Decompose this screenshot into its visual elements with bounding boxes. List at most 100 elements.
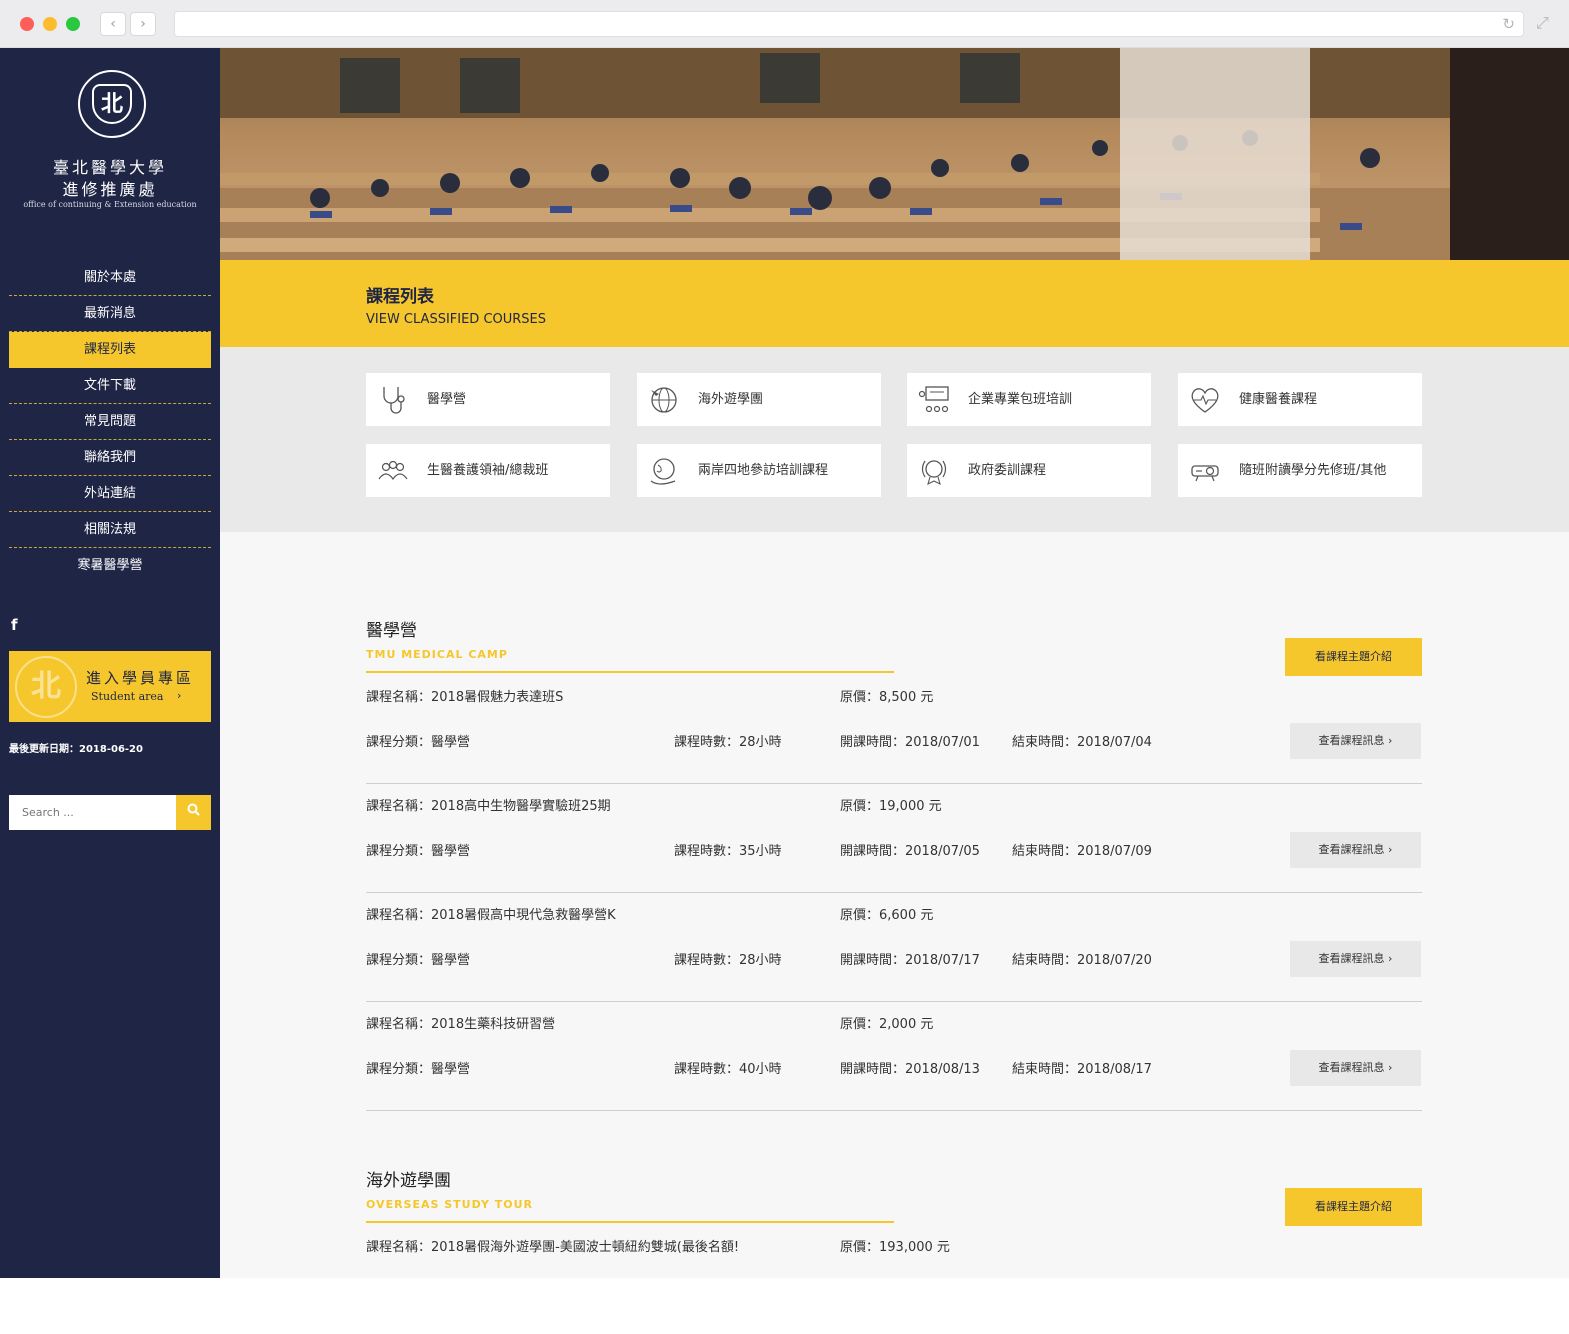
course-name: 課程名稱：2018高中生物醫學實驗班25期 (366, 799, 611, 814)
logo-name-line2: 進修推廣處 (62, 180, 158, 199)
course-row: 課程名稱：2018暑假高中現代急救醫學營K 原價：6,600 元 課程分類：醫學… (366, 893, 1422, 1002)
theme-intro-button[interactable]: 看課程主題介紹 (1285, 1188, 1422, 1226)
search-box (9, 795, 211, 830)
category-corporate-training[interactable]: 企業專業包班培訓 (907, 373, 1151, 426)
course-start-date: 開課時間：2018/07/01 (840, 735, 980, 750)
category-label: 健康醫養課程 (1239, 392, 1318, 407)
last-updated-date: 最後更新日期：2018-06-20 (9, 744, 143, 755)
forward-arrow-icon[interactable]: › (130, 12, 156, 36)
course-row: 課程名稱：2018高中生物醫學實驗班25期 原價：19,000 元 課程分類：醫… (366, 784, 1422, 893)
view-course-button[interactable]: 查看課程訊息 › (1290, 832, 1421, 868)
menu-item-regulations[interactable]: 相關法規 (9, 512, 211, 548)
fullscreen-icon[interactable]: ⤢ (1536, 13, 1549, 33)
section-divider (366, 1221, 894, 1223)
category-label: 醫學營 (427, 392, 467, 407)
course-name: 課程名稱：2018暑假高中現代急救醫學營K (366, 908, 616, 923)
menu-item-faq[interactable]: 常見問題 (9, 404, 211, 440)
menu-item-downloads[interactable]: 文件下載 (9, 368, 211, 404)
view-course-button[interactable]: 查看課程訊息 › (1290, 941, 1421, 977)
university-seal-logo[interactable]: 北 (78, 70, 146, 138)
maximize-window-dot[interactable] (66, 17, 80, 31)
category-cross-strait-visit[interactable]: 兩岸四地參訪培訓課程 (637, 444, 881, 497)
category-label: 政府委訓課程 (968, 463, 1047, 478)
course-category: 課程分類：醫學營 (366, 735, 471, 750)
globe-plane-icon (651, 387, 677, 413)
course-price: 原價：19,000 元 (840, 799, 942, 814)
student-area-button[interactable]: 北 進入學員專區 Student area › (9, 651, 211, 722)
course-row: 課程名稱：2018暑假海外遊學團-美國波士頓紐約雙城(最後名額! 原價：193,… (366, 1225, 1422, 1334)
course-category: 課程分類：醫學營 (366, 844, 471, 859)
menu-item-about[interactable]: 關於本處 (9, 260, 211, 296)
stethoscope-icon (383, 387, 405, 414)
section-title: 醫學營 (366, 621, 417, 641)
menu-item-links[interactable]: 外站連結 (9, 476, 211, 512)
course-list-area: 醫學營 TMU MEDICAL CAMP 看課程主題介紹 課程名稱：2018暑假… (220, 532, 1569, 1278)
course-hours: 課程時數：28小時 (674, 735, 782, 750)
category-label: 隨班附讀學分先修班/其他 (1239, 463, 1387, 478)
globe-hand-icon (650, 458, 676, 485)
award-badge-icon (921, 460, 947, 486)
course-hours: 課程時數：40小時 (674, 1062, 782, 1077)
category-label: 兩岸四地參訪培訓課程 (698, 463, 829, 478)
course-name: 課程名稱：2018暑假海外遊學團-美國波士頓紐約雙城(最後名額! (366, 1240, 740, 1255)
address-bar[interactable]: ↻ (174, 11, 1524, 37)
category-overseas-tour[interactable]: 海外遊學團 (637, 373, 881, 426)
course-price: 原價：8,500 元 (840, 690, 934, 705)
reload-icon[interactable]: ↻ (1502, 15, 1515, 33)
chevron-right-icon: › (177, 689, 182, 702)
projector-icon (1191, 465, 1219, 482)
menu-item-courses[interactable]: 課程列表 (9, 332, 211, 368)
course-hours: 課程時數：28小時 (674, 953, 782, 968)
hero-lecture-hall-photo (220, 48, 1569, 260)
back-arrow-icon[interactable]: ‹ (100, 12, 126, 36)
section-subtitle: OVERSEAS STUDY TOUR (366, 1198, 533, 1211)
course-start-date: 開課時間：2018/07/05 (840, 844, 980, 859)
category-label: 企業專業包班培訓 (968, 392, 1073, 407)
category-health-care[interactable]: 健康醫養課程 (1178, 373, 1422, 426)
seal-emblem: 北 (92, 84, 132, 124)
menu-item-contact[interactable]: 聯絡我們 (9, 440, 211, 476)
presentation-group-icon (918, 386, 949, 413)
category-grid: 醫學營 海外遊學團 企業專業包班培訓 健康醫養課程 生醫養護領袖/總裁班 兩岸四… (220, 347, 1569, 532)
course-price: 原價：193,000 元 (840, 1240, 950, 1255)
course-category: 課程分類：醫學營 (366, 953, 471, 968)
main-content: 課程列表 VIEW CLASSIFIED COURSES 醫學營 海外遊學團 企… (220, 48, 1569, 1278)
people-group-icon (378, 460, 408, 481)
logo-english-name: office of continuing & Extension educati… (23, 200, 197, 209)
category-label: 海外遊學團 (698, 392, 764, 407)
course-price: 原價：6,600 元 (840, 908, 934, 923)
course-start-date: 開課時間：2018/07/17 (840, 953, 980, 968)
category-medical-camp[interactable]: 醫學營 (366, 373, 610, 426)
course-name: 課程名稱：2018生藥科技研習營 (366, 1017, 556, 1032)
page-banner: 課程列表 VIEW CLASSIFIED COURSES (220, 260, 1569, 347)
section-subtitle: TMU MEDICAL CAMP (366, 648, 508, 661)
theme-intro-button[interactable]: 看課程主題介紹 (1285, 638, 1422, 676)
menu-item-medical-camp[interactable]: 寒暑醫學營 (9, 548, 211, 584)
course-end-date: 結束時間：2018/07/20 (1012, 953, 1152, 968)
category-credit-courses[interactable]: 隨班附讀學分先修班/其他 (1178, 444, 1422, 497)
student-area-subtitle: Student area (91, 690, 164, 703)
category-government-training[interactable]: 政府委訓課程 (907, 444, 1151, 497)
course-end-date: 結束時間：2018/08/17 (1012, 1062, 1152, 1077)
course-hours: 課程時數：35小時 (674, 844, 782, 859)
logo-name-line1: 臺北醫學大學 (52, 158, 167, 177)
sidebar-menu: 關於本處 最新消息 課程列表 文件下載 常見問題 聯絡我們 外站連結 相關法規 … (9, 260, 211, 584)
course-name: 課程名稱：2018暑假魅力表達班S (366, 690, 564, 705)
view-course-button[interactable]: 查看課程訊息 › (1290, 723, 1421, 759)
close-window-dot[interactable] (20, 17, 34, 31)
category-leadership-class[interactable]: 生醫養護領袖/總裁班 (366, 444, 610, 497)
search-icon[interactable] (176, 795, 211, 830)
search-input[interactable] (9, 795, 176, 830)
section-divider (366, 671, 894, 673)
course-row: 課程名稱：2018暑假魅力表達班S 原價：8,500 元 課程分類：醫學營 課程… (366, 675, 1422, 784)
heart-pulse-icon (1191, 388, 1219, 413)
facebook-icon[interactable]: f (11, 616, 18, 634)
view-course-button[interactable]: 查看課程訊息 › (1290, 1050, 1421, 1086)
page-subtitle: VIEW CLASSIFIED COURSES (366, 312, 547, 327)
menu-item-news[interactable]: 最新消息 (9, 296, 211, 332)
category-label: 生醫養護領袖/總裁班 (427, 463, 549, 478)
student-seal-watermark: 北 (15, 656, 77, 718)
course-category: 課程分類：醫學營 (366, 1062, 471, 1077)
course-start-date: 開課時間：2018/08/13 (840, 1062, 980, 1077)
minimize-window-dot[interactable] (43, 17, 57, 31)
